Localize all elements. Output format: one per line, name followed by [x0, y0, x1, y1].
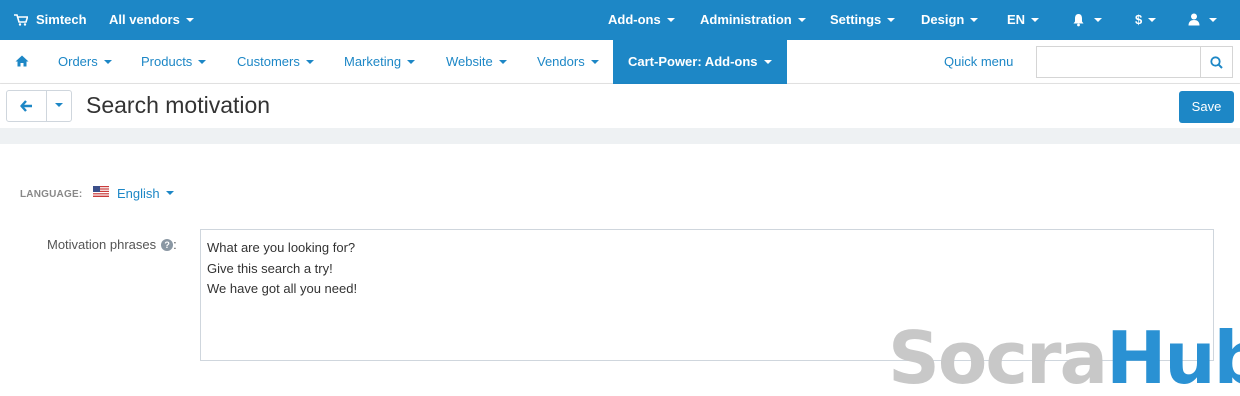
- home-button[interactable]: [15, 40, 29, 84]
- nav-products-label: Products: [141, 54, 193, 69]
- menu-design[interactable]: Design: [921, 0, 979, 40]
- vendor-select-label: All vendors: [109, 12, 180, 27]
- menu-administration-label: Administration: [700, 12, 792, 27]
- motivation-phrases-label-text: Motivation phrases: [47, 237, 157, 252]
- chevron-down-icon: [407, 59, 416, 64]
- top-bar: Simtech All vendors Add-ons Administrati…: [0, 0, 1240, 40]
- nav-vendors[interactable]: Vendors: [537, 40, 599, 84]
- motivation-phrases-label: Motivation phrases ? :: [47, 237, 177, 252]
- chevron-down-icon: [498, 59, 507, 64]
- label-colon: :: [173, 237, 177, 252]
- home-icon: [15, 55, 29, 67]
- chevron-down-icon: [305, 59, 314, 64]
- back-button-group: [6, 90, 72, 122]
- phrase-line: What are you looking for?: [207, 240, 356, 255]
- nav-marketing-label: Marketing: [344, 54, 402, 69]
- notifications-menu[interactable]: [1072, 0, 1102, 40]
- chevron-down-icon: [165, 190, 174, 195]
- bell-icon: [1073, 13, 1084, 26]
- language-value: English: [117, 186, 160, 201]
- nav-customers-label: Customers: [237, 54, 300, 69]
- search-icon: [1210, 55, 1223, 69]
- search-input[interactable]: [1037, 47, 1197, 77]
- quick-menu-link[interactable]: Quick menu: [944, 40, 1013, 84]
- vendor-select[interactable]: All vendors: [109, 0, 194, 40]
- nav-products[interactable]: Products: [141, 40, 207, 84]
- back-button[interactable]: [7, 91, 47, 121]
- menu-addons-label: Add-ons: [608, 12, 661, 27]
- global-search: [1036, 46, 1233, 78]
- title-bar: Search motivation Save: [0, 84, 1240, 128]
- page-title: Search motivation: [86, 92, 271, 118]
- chevron-down-icon: [1148, 17, 1157, 22]
- chevron-down-icon: [970, 17, 979, 22]
- menu-design-label: Design: [921, 12, 965, 27]
- store-link[interactable]: Simtech: [14, 0, 87, 40]
- phrase-line: Give this search a try!: [207, 260, 333, 276]
- nav-website-label: Website: [446, 54, 493, 69]
- nav-vendors-label: Vendors: [537, 54, 585, 69]
- chevron-down-icon: [103, 59, 112, 64]
- user-menu[interactable]: [1188, 0, 1217, 40]
- nav-marketing[interactable]: Marketing: [344, 40, 416, 84]
- socrahub-watermark: SocraHub: [888, 318, 1240, 396]
- menu-administration[interactable]: Administration: [700, 0, 806, 40]
- chevron-down-icon: [55, 103, 63, 107]
- back-dropdown-toggle[interactable]: [47, 91, 71, 121]
- chevron-down-icon: [590, 59, 599, 64]
- search-button[interactable]: [1200, 47, 1232, 77]
- help-icon[interactable]: ?: [161, 238, 174, 251]
- nav-customers[interactable]: Customers: [237, 40, 314, 84]
- nav-orders-label: Orders: [58, 54, 98, 69]
- menu-currency-label: $: [1135, 12, 1143, 27]
- language-label: LANGUAGE:: [20, 189, 83, 200]
- menu-language-label: EN: [1007, 12, 1026, 27]
- chevron-down-icon: [666, 17, 675, 22]
- cart-icon: [14, 13, 29, 26]
- menu-settings[interactable]: Settings: [830, 0, 896, 40]
- store-name: Simtech: [36, 12, 87, 27]
- chevron-down-icon: [763, 59, 772, 64]
- phrase-line: We have got all you need!: [207, 281, 358, 296]
- arrow-left-icon: [20, 100, 32, 112]
- menu-language[interactable]: EN: [1007, 0, 1040, 40]
- chevron-down-icon: [887, 17, 896, 22]
- menu-settings-label: Settings: [830, 12, 882, 27]
- chevron-down-icon: [185, 17, 194, 22]
- nav-cart-power-addons-label: Cart-Power: Add-ons: [628, 54, 758, 69]
- chevron-down-icon: [797, 17, 806, 22]
- chevron-down-icon: [1209, 17, 1217, 22]
- nav-orders[interactable]: Orders: [58, 40, 112, 84]
- us-flag-icon: [93, 186, 109, 197]
- save-button[interactable]: Save: [1179, 91, 1234, 123]
- menu-currency[interactable]: $: [1135, 0, 1157, 40]
- nav-cart-power-addons[interactable]: Cart-Power: Add-ons: [613, 40, 787, 84]
- language-select[interactable]: English: [93, 186, 174, 201]
- menu-addons[interactable]: Add-ons: [608, 0, 675, 40]
- user-icon: [1188, 13, 1200, 26]
- section-divider: [0, 128, 1240, 144]
- nav-website[interactable]: Website: [446, 40, 507, 84]
- chevron-down-icon: [1094, 17, 1102, 22]
- watermark-part1: Socra: [888, 316, 1108, 396]
- watermark-part2: Hub: [1106, 316, 1240, 396]
- chevron-down-icon: [198, 59, 207, 64]
- chevron-down-icon: [1031, 17, 1040, 22]
